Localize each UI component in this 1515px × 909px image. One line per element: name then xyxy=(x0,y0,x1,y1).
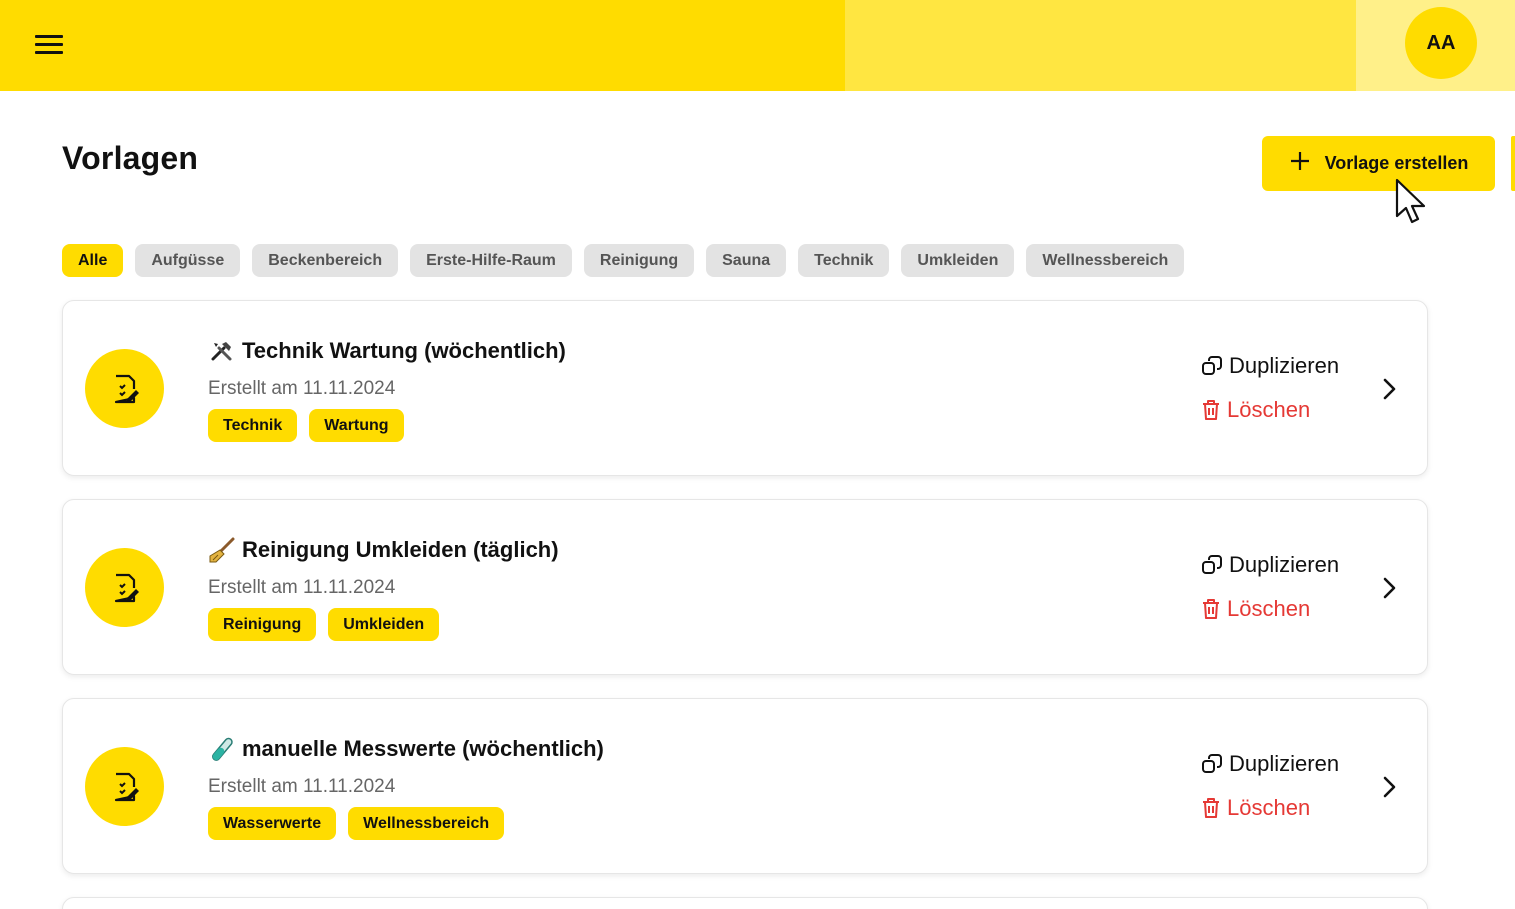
template-document-icon xyxy=(85,349,164,428)
create-template-label: Vorlage erstellen xyxy=(1324,153,1469,173)
filter-chip-alle[interactable]: Alle xyxy=(62,244,124,277)
template-card[interactable]: Reinigung Umkleiden (täglich) Erstellt am… xyxy=(62,499,1428,675)
header-mid-segment xyxy=(845,0,1356,91)
template-tag: Umkleiden xyxy=(328,608,440,641)
tools-icon xyxy=(208,337,236,365)
duplicate-icon xyxy=(1201,753,1223,775)
duplicate-label: Duplizieren xyxy=(1229,353,1340,378)
delete-label: Löschen xyxy=(1227,795,1311,820)
template-card-partial[interactable] xyxy=(62,897,1428,909)
menu-icon[interactable] xyxy=(30,28,68,60)
template-tags: Wasserwerte Wellnessbereich xyxy=(208,807,505,840)
template-document-icon xyxy=(85,747,164,826)
template-tag: Wasserwerte xyxy=(208,807,337,840)
trash-icon xyxy=(1201,797,1221,819)
header-light-segment: AA xyxy=(1356,0,1515,91)
template-title-row: Technik Wartung (wöchentlich) xyxy=(208,337,566,365)
duplicate-icon xyxy=(1201,355,1223,377)
page-title: Vorlagen xyxy=(62,140,199,176)
filter-chip-beckenbereich[interactable]: Beckenbereich xyxy=(252,244,399,277)
template-created-date: Erstellt am 11.11.2024 xyxy=(208,577,396,598)
filter-chip-technik[interactable]: Technik xyxy=(798,244,890,277)
delete-button[interactable]: Löschen xyxy=(1201,596,1310,622)
mouse-cursor-icon xyxy=(1395,178,1426,224)
broom-icon xyxy=(208,536,236,564)
test-tube-icon xyxy=(208,735,236,763)
delete-button[interactable]: Löschen xyxy=(1201,795,1310,821)
template-tag: Wellnessbereich xyxy=(348,807,505,840)
template-title-row: Reinigung Umkleiden (täglich) xyxy=(208,536,559,564)
template-created-date: Erstellt am 11.11.2024 xyxy=(208,378,396,399)
delete-button[interactable]: Löschen xyxy=(1201,397,1310,423)
plus-icon xyxy=(1289,149,1311,177)
filter-chip-bar: Alle Aufgüsse Beckenbereich Erste-Hilfe-Rau… xyxy=(62,244,1185,277)
create-template-button[interactable]: Vorlage erstellen xyxy=(1262,136,1495,191)
edge-accent xyxy=(1511,136,1515,191)
template-card[interactable]: Technik Wartung (wöchentlich) Erstellt am… xyxy=(62,300,1428,476)
duplicate-button[interactable]: Duplizieren xyxy=(1201,552,1339,578)
template-tags: Reinigung Umkleiden xyxy=(208,608,440,641)
duplicate-label: Duplizieren xyxy=(1229,552,1340,577)
filter-chip-umkleiden[interactable]: Umkleiden xyxy=(901,244,1015,277)
filter-chip-aufg-sse[interactable]: Aufgüsse xyxy=(135,244,241,277)
avatar[interactable]: AA xyxy=(1405,7,1477,79)
trash-icon xyxy=(1201,399,1221,421)
duplicate-button[interactable]: Duplizieren xyxy=(1201,353,1339,379)
top-app-bar: AA xyxy=(0,0,1515,91)
template-tag: Reinigung xyxy=(208,608,317,641)
duplicate-label: Duplizieren xyxy=(1229,751,1340,776)
header-primary-segment xyxy=(0,0,845,91)
duplicate-button[interactable]: Duplizieren xyxy=(1201,751,1339,777)
template-document-icon xyxy=(85,548,164,627)
chevron-right-icon[interactable] xyxy=(1379,375,1399,403)
template-card[interactable]: manuelle Messwerte (wöchentlich) Erstellt… xyxy=(62,698,1428,874)
filter-chip-reinigung[interactable]: Reinigung xyxy=(583,244,695,277)
trash-icon xyxy=(1201,598,1221,620)
filter-chip-erste-hilfe-raum[interactable]: Erste-Hilfe-Raum xyxy=(410,244,572,277)
template-title: manuelle Messwerte (wöchentlich) xyxy=(242,736,604,761)
template-title-row: manuelle Messwerte (wöchentlich) xyxy=(208,735,604,763)
template-title: Reinigung Umkleiden (täglich) xyxy=(242,537,559,562)
filter-chip-sauna[interactable]: Sauna xyxy=(706,244,787,277)
filter-chip-wellnessbereich[interactable]: Wellnessbereich xyxy=(1026,244,1185,277)
chevron-right-icon[interactable] xyxy=(1379,574,1399,602)
template-tag: Technik xyxy=(208,409,298,442)
template-created-date: Erstellt am 11.11.2024 xyxy=(208,776,396,797)
chevron-right-icon[interactable] xyxy=(1379,773,1399,801)
template-title: Technik Wartung (wöchentlich) xyxy=(242,338,566,363)
template-tags: Technik Wartung xyxy=(208,409,404,442)
duplicate-icon xyxy=(1201,554,1223,576)
delete-label: Löschen xyxy=(1227,596,1311,621)
template-tag: Wartung xyxy=(309,409,404,442)
delete-label: Löschen xyxy=(1227,397,1311,422)
